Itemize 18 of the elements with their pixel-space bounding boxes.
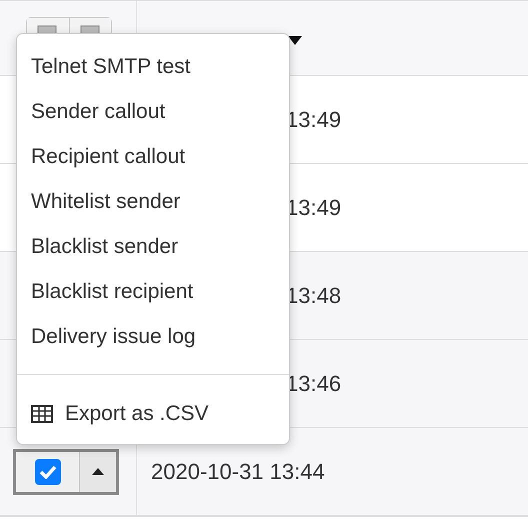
menu-item[interactable]: Blacklist recipient: [17, 269, 289, 314]
menu-item[interactable]: Whitelist sender: [17, 179, 289, 224]
timestamp: 13:46: [286, 370, 342, 396]
export-menu-item[interactable]: Export as .CSV: [17, 391, 289, 436]
menu-item[interactable]: Delivery issue log: [17, 314, 289, 359]
menu-item[interactable]: Sender callout: [17, 89, 289, 134]
timestamp: 13:49: [286, 194, 342, 220]
timestamp: 13:49: [286, 106, 342, 132]
caret-up-icon: [92, 468, 104, 475]
table-icon: [31, 404, 53, 422]
sort-caret-icon[interactable]: [288, 36, 302, 44]
timestamp: 2020-10-31 13:44: [151, 458, 325, 484]
menu-item[interactable]: Blacklist sender: [17, 224, 289, 269]
menu-item[interactable]: Recipient callout: [17, 134, 289, 179]
menu-item[interactable]: Telnet SMTP test: [17, 44, 289, 89]
checkmark-icon: [38, 464, 56, 478]
caret-up-button[interactable]: [79, 452, 116, 492]
timestamp: 13:48: [286, 282, 342, 308]
